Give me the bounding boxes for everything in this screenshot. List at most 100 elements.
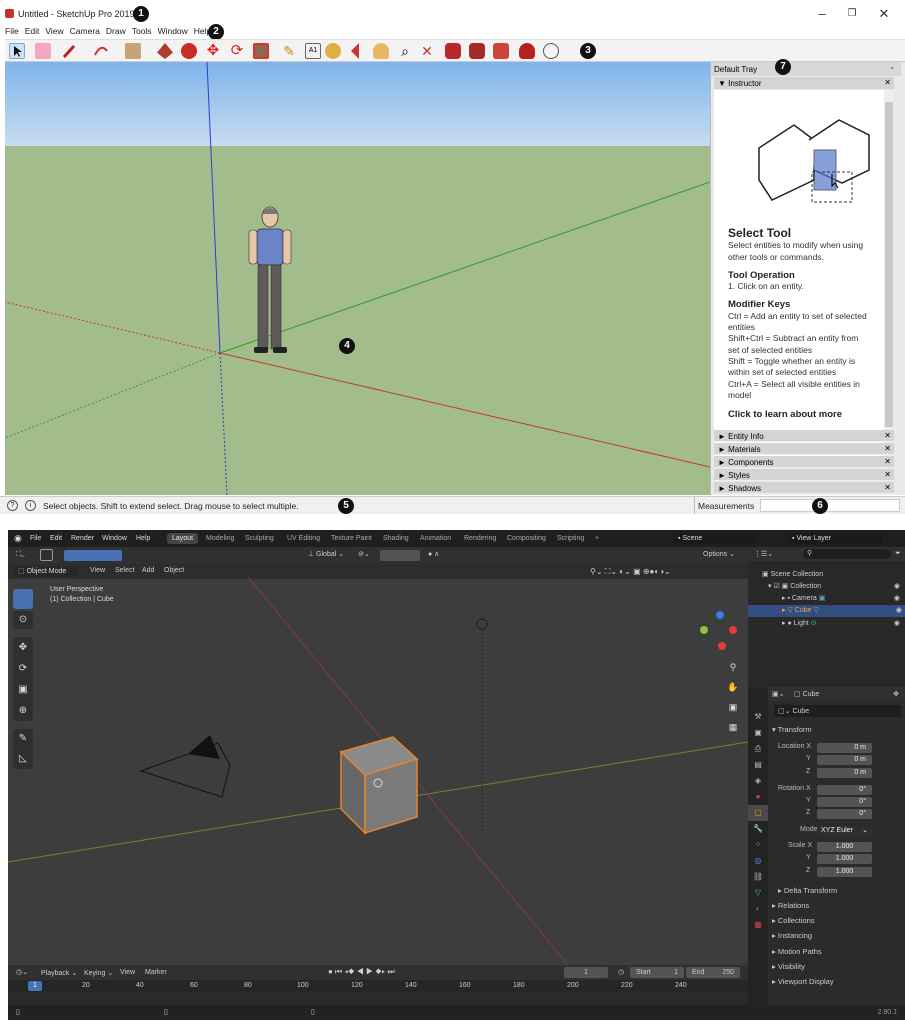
3d-warehouse-icon[interactable] [445, 43, 461, 59]
learn-more-link[interactable]: Click to learn about more [728, 409, 868, 420]
tab-animation[interactable]: Animation [415, 533, 456, 544]
measurements-input[interactable] [760, 499, 900, 512]
menu-window[interactable]: Window [102, 535, 127, 542]
extension-manager-icon[interactable] [519, 43, 535, 59]
location-x-field[interactable]: 0 m [817, 743, 872, 753]
instancing-section[interactable]: ▸ Instancing [772, 931, 812, 940]
data-tab-icon[interactable]: ▽ [748, 885, 768, 901]
menu-view[interactable]: View [45, 26, 63, 36]
scene-tab-icon[interactable]: ◈ [748, 773, 768, 789]
view-layer-selector[interactable]: ▪ View Layer [788, 533, 883, 544]
visibility-eye-icon[interactable]: ◉ [894, 619, 900, 627]
playback-menu[interactable]: Playback ⌄ [41, 969, 77, 977]
start-frame-field[interactable]: Start 1 [630, 967, 684, 978]
instructor-close-icon[interactable]: ✕ [884, 78, 891, 87]
pin-icon[interactable]: ✥ [893, 690, 899, 698]
object-name-field[interactable]: ▢⌄ Cube [774, 705, 901, 717]
timeline-view-menu[interactable]: View [120, 969, 135, 976]
menu-edit[interactable]: Edit [50, 535, 62, 542]
pan-hand-icon[interactable]: ✋ [724, 677, 742, 697]
annotate-tools[interactable]: ✎ ◺ [13, 729, 33, 769]
tab-shading[interactable]: Shading [378, 533, 414, 544]
outliner-item-cube-selected[interactable]: ▸ ▽ Cube ▽ ◉ [748, 605, 905, 617]
panel-components[interactable]: ► Components ✕ [714, 456, 894, 468]
text-tool-icon[interactable]: A1 [305, 43, 321, 59]
visibility-eye-icon[interactable]: ◉ [896, 606, 902, 614]
panel-styles[interactable]: ► Styles ✕ [714, 469, 894, 481]
modeling-viewport[interactable]: 4 [5, 62, 710, 495]
render-tab-icon[interactable]: ▣ [748, 725, 768, 741]
scale-y-field[interactable]: 1.000 [817, 854, 872, 864]
eraser-tool-icon[interactable] [35, 43, 51, 59]
rotation-z-field[interactable]: 0° [817, 809, 872, 819]
restore-button[interactable]: ❐ [842, 8, 862, 19]
scene-collection-row[interactable]: ▣ Scene Collection [762, 570, 823, 578]
close-icon[interactable]: ✕ [884, 431, 891, 440]
menu-help[interactable]: Help [136, 535, 150, 542]
menu-file[interactable]: File [30, 535, 41, 542]
motion-paths-section[interactable]: ▸ Motion Paths [772, 947, 822, 956]
scrollbar-thumb[interactable] [885, 102, 893, 427]
tab-compositing[interactable]: Compositing [502, 533, 551, 544]
transform-tool-icon[interactable]: ⊕ [13, 700, 33, 721]
delta-transform-section[interactable]: ▸ Delta Transform [778, 886, 837, 895]
info-icon[interactable]: i [25, 500, 36, 511]
panel-materials[interactable]: ► Materials ✕ [714, 443, 894, 455]
rotation-x-field[interactable]: 0° [817, 785, 872, 795]
menu-camera[interactable]: Camera [70, 26, 100, 36]
pan-tool-icon[interactable] [373, 43, 389, 59]
move-tool-icon[interactable]: ✥ [205, 43, 221, 59]
offset-tool-icon[interactable] [181, 43, 197, 59]
close-icon[interactable]: ✕ [884, 457, 891, 466]
props-editor-icon[interactable]: ▣⌄ [772, 690, 784, 698]
playhead[interactable]: 1 [28, 981, 42, 991]
collections-section[interactable]: ▸ Collections [772, 916, 815, 925]
select-tool-icon[interactable] [9, 43, 25, 59]
blender-logo-icon[interactable]: ◉ [14, 533, 22, 544]
frame-ruler[interactable]: 1 20 40 60 80 100 120 140 160 180 200 22… [8, 980, 748, 992]
menu-window[interactable]: Window [158, 26, 188, 36]
paint-bucket-icon[interactable] [325, 43, 341, 59]
timeline-editor-icon[interactable]: ◷⌄ [16, 968, 28, 976]
3d-viewport[interactable]: ⛶⌄ ⊥ Global ⌄ ⊘⌄ ● ∧ Options ⌄ ⬚ Object … [8, 547, 748, 965]
transform-section-header[interactable]: ▾ Transform [772, 725, 812, 734]
current-frame-field[interactable]: 1 [564, 967, 608, 978]
preview-range-icon[interactable]: ◷ [618, 968, 624, 976]
minimize-button[interactable]: – [812, 6, 832, 21]
tray-close-icon[interactable]: ▪ [891, 65, 893, 72]
measure-tool-icon[interactable]: ◺ [13, 749, 33, 769]
menu-draw[interactable]: Draw [106, 26, 126, 36]
tab-modeling[interactable]: Modeling [201, 533, 239, 544]
collection-row[interactable]: ▾ ☑ ▣ Collection ◉ [768, 582, 903, 590]
viewport-display-section[interactable]: ▸ Viewport Display [772, 977, 834, 986]
cursor-tool-icon[interactable]: ⊙ [13, 611, 33, 629]
relations-section[interactable]: ▸ Relations [772, 901, 809, 910]
zoom-icon[interactable]: ⚲ [724, 657, 742, 677]
tape-measure-icon[interactable]: ✎ [281, 43, 297, 59]
object-tab-icon[interactable]: ▢ [748, 805, 768, 821]
transform-tools[interactable]: ✥ ⟳ ▣ ⊕ [13, 637, 33, 721]
grid-view-icon[interactable]: ▦ [724, 717, 742, 737]
output-tab-icon[interactable]: ⎙ [748, 741, 768, 757]
shape-tool-icon[interactable] [125, 43, 141, 59]
add-workspace-button[interactable]: + [590, 533, 604, 544]
material-tab-icon[interactable]: ◐ [748, 901, 768, 917]
physics-tab-icon[interactable]: ◎ [748, 853, 768, 869]
close-icon[interactable]: ✕ [884, 444, 891, 453]
line-tool-icon[interactable] [61, 43, 77, 59]
zoom-extents-icon[interactable]: ✕ [419, 43, 435, 59]
view-layer-tab-icon[interactable]: ▤ [748, 757, 768, 773]
menu-file[interactable]: File [5, 26, 19, 36]
location-z-field[interactable]: 0 m [817, 768, 872, 778]
extension-warehouse-icon[interactable] [469, 43, 485, 59]
instructor-scrollbar[interactable] [884, 90, 894, 460]
outliner-search-input[interactable]: ⚲ [803, 549, 891, 559]
location-y-field[interactable]: 0 m [817, 755, 872, 765]
modifier-tab-icon[interactable]: 🔧 [748, 821, 768, 837]
scene-selector[interactable]: ▪ Scene [674, 533, 756, 544]
menu-render[interactable]: Render [71, 535, 94, 542]
outliner-editor-icon[interactable]: ⋮☰⌄ [754, 550, 773, 558]
scale-tool-icon[interactable] [253, 43, 269, 59]
visibility-section[interactable]: ▸ Visibility [772, 962, 805, 971]
layout-send-icon[interactable] [493, 43, 509, 59]
